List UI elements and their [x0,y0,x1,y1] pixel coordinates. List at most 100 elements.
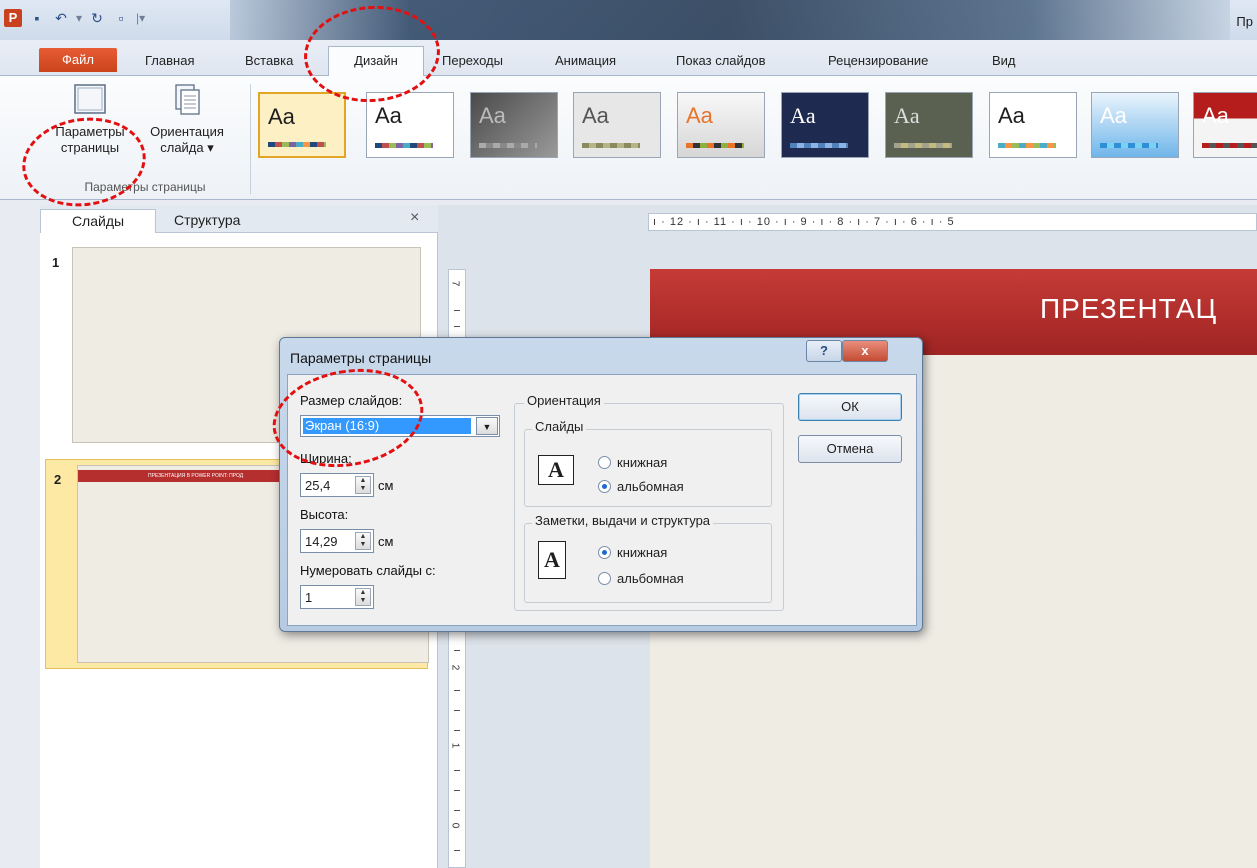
theme-8[interactable]: Aa [989,92,1077,158]
radio-icon [598,456,611,469]
tab-view[interactable]: Вид [984,50,1024,72]
ruler-number: 0 [449,822,461,829]
ribbon-group-separator [250,84,251,194]
spinner-arrows-icon[interactable]: ▲ ▼ [355,476,371,494]
theme-sample-text: Aa [790,103,816,128]
slide-title[interactable]: ПРЕЗЕНТАЦ [1040,293,1217,325]
tab-slides[interactable]: Слайды [40,209,156,233]
width-stepper[interactable]: 25,4 ▲ ▼ [300,473,374,497]
notes-group-title: Заметки, выдачи и структура [532,513,714,528]
redo-icon[interactable]: ↻ [88,9,106,27]
notes-portrait-label: книжная [617,545,668,560]
close-icon[interactable]: × [410,209,419,227]
height-value: 14,29 [305,534,338,549]
tab-file[interactable]: Файл [39,48,117,72]
ruler-number: 1 [449,742,461,749]
orientation-title: Ориентация [524,393,604,408]
theme-6[interactable]: Aa [781,92,869,158]
theme-color-bar [790,143,848,148]
slideshow-icon[interactable]: ▫ [112,9,130,27]
theme-color-bar [1100,143,1158,148]
notes-landscape-label: альбомная [617,571,684,586]
number-slides-label: Нумеровать слайды с: [300,563,436,578]
slide-number-2: 2 [54,472,62,487]
page-setup-button[interactable]: Параметры страницы [44,82,136,156]
notes-landscape-radio[interactable]: альбомная [598,571,684,586]
slide-number-1: 1 [52,255,60,270]
ruler-tick [454,850,460,851]
slides-portrait-radio[interactable]: книжная [598,455,667,470]
ruler-tick [454,730,460,731]
quick-access-toolbar: P ▪ ↶ ▾ ↻ ▫ |▾ [4,6,145,30]
height-unit: см [378,534,394,549]
tab-home[interactable]: Главная [137,50,202,72]
ruler-tick [454,770,460,771]
spinner-arrows-icon[interactable]: ▲ ▼ [355,532,371,550]
powerpoint-logo-icon[interactable]: P [4,9,22,27]
theme-office[interactable]: Aa [258,92,346,158]
theme-color-bar [1202,143,1257,148]
slides-landscape-radio[interactable]: альбомная [598,479,684,494]
radio-selected-icon [598,546,611,559]
group-label-page-setup: Параметры страницы [84,180,206,194]
title-bar: P ▪ ↶ ▾ ↻ ▫ |▾ Пр [0,0,1257,40]
slides-pane-tabs: Слайды Структура × [40,205,438,233]
tab-animation[interactable]: Анимация [547,50,624,72]
close-button[interactable]: x [842,340,888,362]
number-slides-stepper[interactable]: 1 ▲ ▼ [300,585,374,609]
ruler-number: 2 [449,664,461,671]
help-button[interactable]: ? [806,340,842,362]
number-slides-value: 1 [305,590,313,605]
dialog-body: Размер слайдов: Экран (16:9) ▼ Ширина: 2… [287,374,917,626]
theme-color-bar [998,143,1056,148]
landscape-page-icon: A [538,455,574,485]
theme-sample-text: Aa [582,103,609,128]
theme-7[interactable]: Aa [885,92,973,158]
tab-transitions[interactable]: Переходы [434,50,511,72]
portrait-page-icon: A [538,541,566,579]
ok-button[interactable]: ОК [798,393,902,421]
undo-icon[interactable]: ↶ [52,9,70,27]
theme-4[interactable]: Aa [573,92,661,158]
slide-orientation-button[interactable]: Ориентация слайда ▾ [142,82,232,156]
tab-insert[interactable]: Вставка [237,50,301,72]
tab-design[interactable]: Дизайн [328,46,424,77]
radio-selected-icon [598,480,611,493]
theme-2[interactable]: Aa [366,92,454,158]
theme-10[interactable]: Aa [1193,92,1257,158]
ruler-tick [454,650,460,651]
undo-dropdown-icon[interactable]: ▾ [76,11,82,25]
theme-9[interactable]: Aa [1091,92,1179,158]
theme-sample-text: Aa [686,103,713,128]
customize-qat-icon[interactable]: |▾ [136,11,145,25]
ruler-tick [454,690,460,691]
tab-review[interactable]: Рецензирование [820,50,936,72]
theme-sample-text: Aa [479,103,506,128]
slide-size-select[interactable]: Экран (16:9) ▼ [300,415,500,437]
page-setup-label-1: Параметры [55,124,125,139]
spinner-arrows-icon[interactable]: ▲ ▼ [355,588,371,606]
radio-icon [598,572,611,585]
ruler-tick [454,810,460,811]
height-label: Высота: [300,507,349,522]
ruler-tick [454,790,460,791]
theme-color-bar [894,143,952,148]
save-icon[interactable]: ▪ [28,9,46,27]
theme-sample-text: Aa [1202,103,1229,128]
ruler-tick [454,710,460,711]
theme-3[interactable]: Aa [470,92,558,158]
ribbon-tabs: Файл Главная Вставка Дизайн Переходы Ани… [0,40,1257,77]
window-title: Пр [1236,14,1253,29]
cancel-button[interactable]: Отмена [798,435,902,463]
theme-sample-text: Aa [268,104,295,129]
slides-portrait-label: книжная [617,455,668,470]
theme-color-bar [686,143,744,148]
tab-slideshow[interactable]: Показ слайдов [668,50,774,72]
chevron-down-icon[interactable]: ▼ [476,417,498,435]
notes-portrait-radio[interactable]: книжная [598,545,667,560]
tab-outline[interactable]: Структура [162,209,252,233]
theme-color-bar [375,143,433,148]
height-stepper[interactable]: 14,29 ▲ ▼ [300,529,374,553]
theme-5[interactable]: Aa [677,92,765,158]
theme-color-bar [582,143,640,148]
